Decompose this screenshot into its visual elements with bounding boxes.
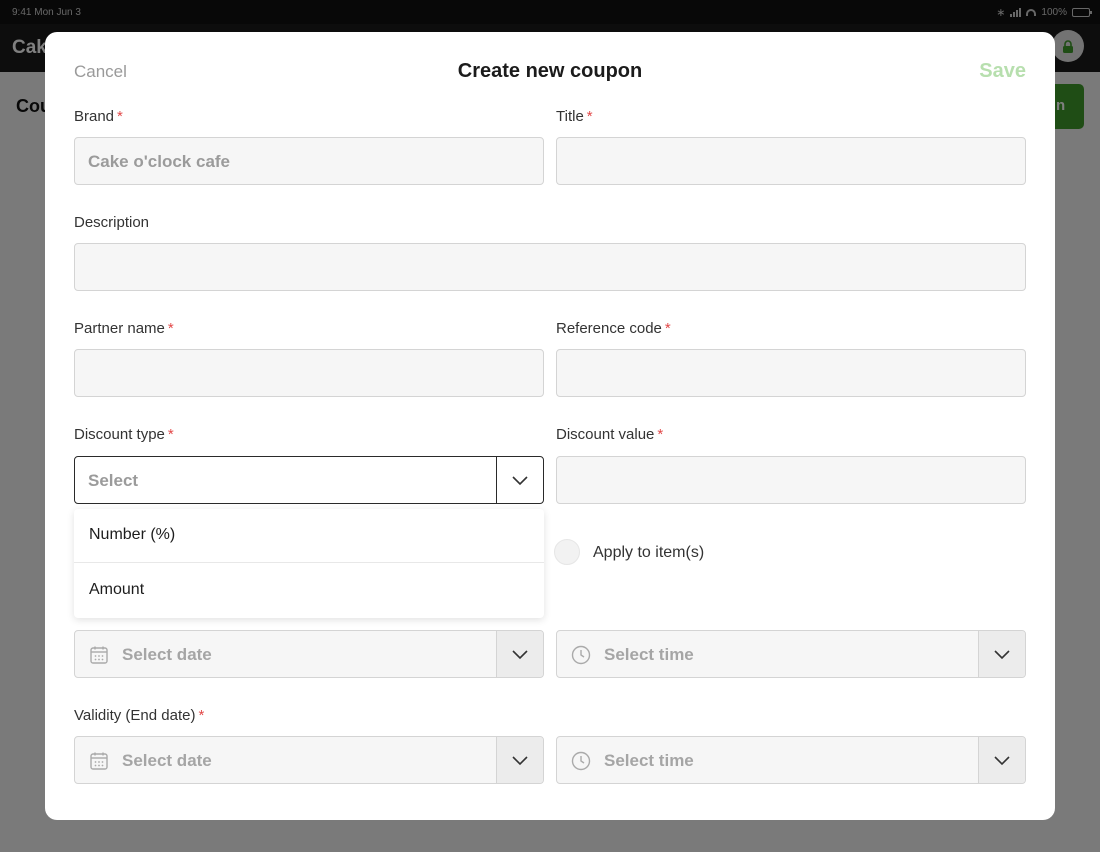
- partner-name-label-text: Partner name: [74, 320, 165, 337]
- picker-divider: [978, 631, 979, 677]
- discount-type-select[interactable]: Select: [74, 456, 544, 504]
- dropdown-separator: [74, 562, 544, 563]
- select-divider: [496, 457, 497, 503]
- discount-type-label: Discount type *: [74, 426, 174, 443]
- create-coupon-modal: Cancel Create new coupon Save Brand * Cak…: [45, 32, 1055, 820]
- start-time-picker[interactable]: Select time: [556, 630, 1026, 678]
- partner-name-input[interactable]: [74, 349, 544, 397]
- reference-code-input[interactable]: [556, 349, 1026, 397]
- chevron-down-icon[interactable]: [512, 650, 528, 660]
- chevron-down-icon[interactable]: [512, 476, 528, 486]
- reference-code-label-text: Reference code: [556, 320, 662, 337]
- required-mark: *: [657, 426, 664, 443]
- calendar-icon: [90, 646, 108, 664]
- end-time-placeholder: Select time: [604, 751, 694, 770]
- apply-to-items-radio[interactable]: [554, 539, 580, 565]
- title-input[interactable]: [556, 137, 1026, 185]
- start-time-placeholder: Select time: [604, 645, 694, 664]
- clock-icon: [571, 751, 591, 771]
- brand-input[interactable]: Cake o'clock cafe: [74, 137, 544, 185]
- end-date-placeholder: Select date: [122, 751, 212, 770]
- apply-to-items-label[interactable]: Apply to item(s): [593, 544, 704, 562]
- brand-label: Brand *: [74, 108, 123, 125]
- dropdown-option-number[interactable]: Number (%): [74, 509, 544, 563]
- picker-divider: [496, 737, 497, 783]
- calendar-icon: [90, 752, 108, 770]
- brand-label-text: Brand: [74, 108, 115, 125]
- validity-end-label: Validity (End date) *: [74, 707, 204, 724]
- title-label-text: Title: [556, 108, 584, 125]
- discount-type-placeholder: Select: [88, 471, 139, 490]
- end-time-picker[interactable]: Select time: [556, 736, 1026, 784]
- chevron-down-icon[interactable]: [994, 756, 1010, 766]
- partner-name-label: Partner name *: [74, 320, 174, 337]
- discount-value-label: Discount value *: [556, 426, 663, 443]
- title-label: Title *: [556, 108, 593, 125]
- required-mark: *: [167, 426, 174, 443]
- picker-divider: [978, 737, 979, 783]
- discount-type-label-text: Discount type: [74, 426, 165, 443]
- start-date-placeholder: Select date: [122, 645, 212, 664]
- description-input[interactable]: [74, 243, 1026, 291]
- discount-value-input[interactable]: [556, 456, 1026, 504]
- required-mark: *: [117, 108, 123, 125]
- modal-title: Create new coupon: [457, 60, 643, 82]
- required-mark: *: [586, 108, 593, 125]
- discount-type-dropdown-menu: Number (%) Amount: [74, 509, 544, 618]
- brand-value: Cake o'clock cafe: [88, 152, 231, 171]
- dropdown-option-amount[interactable]: Amount: [74, 564, 544, 618]
- description-label: Description: [74, 214, 150, 231]
- required-mark: *: [167, 320, 174, 337]
- start-date-picker[interactable]: Select date: [74, 630, 544, 678]
- picker-divider: [496, 631, 497, 677]
- end-date-picker[interactable]: Select date: [74, 736, 544, 784]
- required-mark: *: [664, 320, 671, 337]
- save-button[interactable]: Save: [979, 60, 1026, 83]
- required-mark: *: [198, 707, 205, 724]
- reference-code-label: Reference code *: [556, 320, 671, 337]
- chevron-down-icon[interactable]: [512, 756, 528, 766]
- clock-icon: [571, 645, 591, 665]
- chevron-down-icon[interactable]: [994, 650, 1010, 660]
- validity-end-label-text: Validity (End date): [74, 707, 196, 724]
- discount-value-label-text: Discount value: [556, 426, 655, 443]
